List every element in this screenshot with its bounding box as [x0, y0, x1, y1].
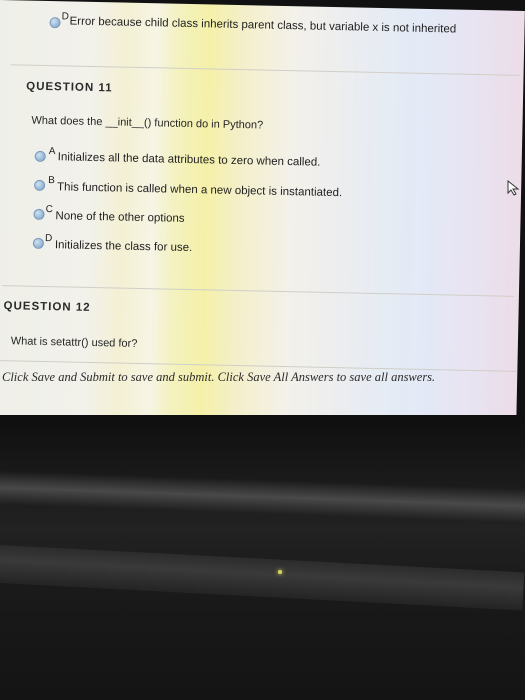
- question-12-heading: QUESTION 12: [3, 300, 91, 314]
- question-11-heading: QUESTION 11: [26, 80, 113, 95]
- quiz-page: D Error because child class inherits par…: [0, 0, 525, 431]
- prev-option-d-letter: D: [61, 11, 70, 23]
- divider-middle: [2, 285, 514, 297]
- divider-top: [10, 64, 521, 76]
- radio-q11-option-d[interactable]: [32, 237, 45, 249]
- q11-option-d-text: Initializes the class for use.: [54, 239, 193, 255]
- prev-option-d-text: Error because child class inherits paren…: [69, 15, 457, 36]
- mouse-cursor-icon: [507, 180, 520, 196]
- question-12-prompt: What is setattr() used for?: [10, 335, 138, 350]
- q11-option-c-text: None of the other options: [55, 210, 185, 225]
- power-led: [278, 570, 282, 574]
- q11-option-b-letter: B: [48, 175, 56, 187]
- q11-option-a-text: Initializes all the data attributes to z…: [57, 151, 321, 169]
- footer-instructions: Click Save and Submit to save and submit…: [2, 370, 436, 384]
- radio-prev-option-d[interactable]: [49, 17, 61, 29]
- radio-q11-option-b[interactable]: [34, 179, 46, 191]
- q11-option-c-letter: C: [45, 204, 53, 216]
- q11-option-a-letter: A: [48, 146, 56, 158]
- question-11-prompt: What does the __init__() function do in …: [31, 114, 264, 132]
- radio-q11-option-c[interactable]: [33, 208, 45, 220]
- q11-option-d-letter: D: [44, 232, 53, 245]
- q11-option-b-text: This function is called when a new objec…: [56, 181, 343, 200]
- radio-q11-option-a[interactable]: [34, 150, 46, 162]
